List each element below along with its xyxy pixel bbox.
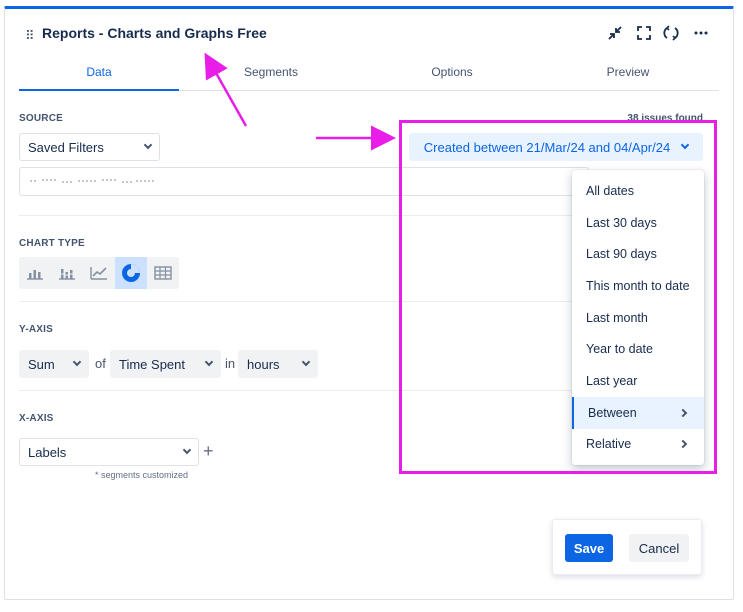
more-icon[interactable] xyxy=(691,23,711,43)
line-chart-icon[interactable] xyxy=(83,257,115,289)
tab-segments[interactable]: Segments xyxy=(191,63,351,91)
chart-type-group xyxy=(19,257,179,289)
donut-chart-icon[interactable] xyxy=(115,257,147,289)
y-aggregate-select[interactable]: Sum xyxy=(19,350,89,378)
chevron-down-icon xyxy=(204,357,214,367)
of-text: of xyxy=(95,356,106,371)
divider xyxy=(19,390,574,391)
menu-item-label: Last year xyxy=(586,373,638,388)
tab-bar: Data Segments Options Preview xyxy=(19,63,719,91)
chevron-down-icon xyxy=(680,140,690,150)
y-field-value: Time Spent xyxy=(119,356,185,372)
save-button[interactable]: Save xyxy=(565,534,613,562)
menu-item-last-90-days[interactable]: Last 90 days xyxy=(572,238,704,270)
menu-item-label: All dates xyxy=(586,183,634,198)
menu-item-this-month-to-date[interactable]: This month to date xyxy=(572,270,704,302)
menu-item-label: This month to date xyxy=(586,278,690,293)
refresh-icon[interactable] xyxy=(661,23,681,43)
menu-item-all-dates[interactable]: All dates xyxy=(572,175,704,207)
menu-item-label: Last 90 days xyxy=(586,247,657,262)
chevron-down-icon xyxy=(301,357,311,367)
segments-note: * segments customized xyxy=(95,470,189,480)
source-type-select[interactable]: Saved Filters xyxy=(19,133,160,161)
add-segment-icon[interactable]: + xyxy=(203,441,214,462)
cancel-button[interactable]: Cancel xyxy=(629,534,689,562)
menu-item-between[interactable]: Between xyxy=(572,396,704,429)
tab-preview[interactable]: Preview xyxy=(548,63,708,91)
menu-item-last-30-days[interactable]: Last 30 days xyxy=(572,207,704,239)
y-unit-select[interactable]: hours xyxy=(238,350,318,378)
y-field-select[interactable]: Time Spent xyxy=(110,350,221,378)
title-bar: ⠿ Reports - Charts and Graphs Free xyxy=(5,9,733,59)
table-icon[interactable] xyxy=(147,257,179,289)
date-range-label: Created between 21/Mar/24 and 04/Apr/24 xyxy=(423,139,671,155)
x-axis-value: Labels xyxy=(28,444,67,460)
chevron-down-icon xyxy=(72,357,82,367)
menu-item-label: Relative xyxy=(586,437,632,452)
stacked-bar-icon[interactable] xyxy=(51,257,83,289)
blurred-filter-text xyxy=(30,179,156,184)
minimize-icon[interactable] xyxy=(605,23,625,43)
tab-options[interactable]: Options xyxy=(372,63,532,91)
menu-item-label: Last 30 days xyxy=(586,215,657,230)
date-range-menu: All dates Last 30 days Last 90 days This… xyxy=(572,170,704,465)
x-axis-label: X-AXIS xyxy=(19,413,54,424)
menu-item-label: Year to date xyxy=(586,342,653,357)
drag-handle-icon[interactable]: ⠿ xyxy=(25,28,34,44)
menu-item-label: Last month xyxy=(586,310,648,325)
report-title: Reports - Charts and Graphs Free xyxy=(42,25,267,41)
x-axis-select[interactable]: Labels xyxy=(19,438,199,466)
chevron-down-icon xyxy=(182,445,192,455)
issues-count: 38 issues found xyxy=(627,113,703,124)
chevron-right-icon xyxy=(678,408,688,417)
menu-item-relative[interactable]: Relative xyxy=(572,429,704,461)
filter-select[interactable] xyxy=(19,167,589,196)
divider xyxy=(19,301,574,302)
menu-item-year-to-date[interactable]: Year to date xyxy=(572,333,704,365)
bar-chart-icon[interactable] xyxy=(19,257,51,289)
y-unit-value: hours xyxy=(247,356,280,372)
in-text: in xyxy=(225,356,236,371)
menu-item-last-year[interactable]: Last year xyxy=(572,365,704,397)
menu-item-last-month[interactable]: Last month xyxy=(572,302,704,334)
y-axis-label: Y-AXIS xyxy=(19,324,53,335)
y-aggregate-value: Sum xyxy=(28,356,55,372)
action-bar: Save Cancel xyxy=(552,519,702,575)
chart-type-label: CHART TYPE xyxy=(19,238,85,249)
report-panel: ⠿ Reports - Charts and Graphs Free Data … xyxy=(4,6,734,600)
chevron-down-icon xyxy=(143,140,153,150)
fullscreen-icon[interactable] xyxy=(634,23,654,43)
chevron-right-icon xyxy=(678,440,688,449)
divider xyxy=(19,215,589,216)
menu-item-label: Between xyxy=(588,405,637,420)
source-type-value: Saved Filters xyxy=(28,139,104,155)
tab-data[interactable]: Data xyxy=(19,63,179,91)
source-label: SOURCE xyxy=(19,113,63,124)
date-range-button[interactable]: Created between 21/Mar/24 and 04/Apr/24 xyxy=(409,133,703,161)
